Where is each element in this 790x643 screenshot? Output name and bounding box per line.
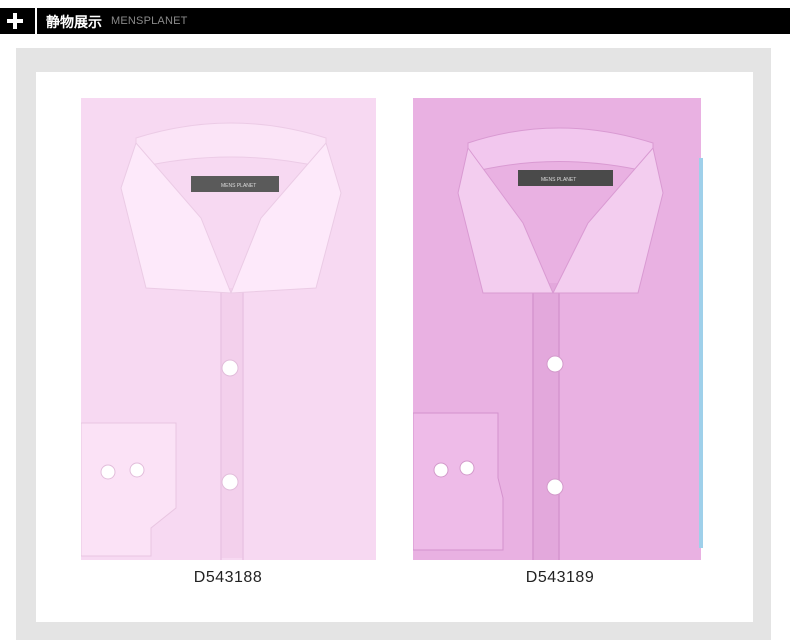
shirt-label-1: MENS PLANET: [221, 183, 256, 189]
product-code-2: D543189: [525, 569, 595, 586]
plus-icon: [0, 8, 30, 34]
section-subtitle: MENSPLANET: [111, 15, 188, 27]
product-image-2: MENS PLANET: [413, 98, 703, 560]
product-code-1: D543188: [193, 569, 263, 586]
shirt-label-2: MENS PLANET: [541, 177, 576, 183]
section-header: 静物展示 MENSPLANET: [0, 8, 790, 34]
header-divider: [35, 8, 37, 34]
product-image-1: MENS PLANET: [81, 98, 376, 560]
section-title: 静物展示: [46, 15, 102, 31]
